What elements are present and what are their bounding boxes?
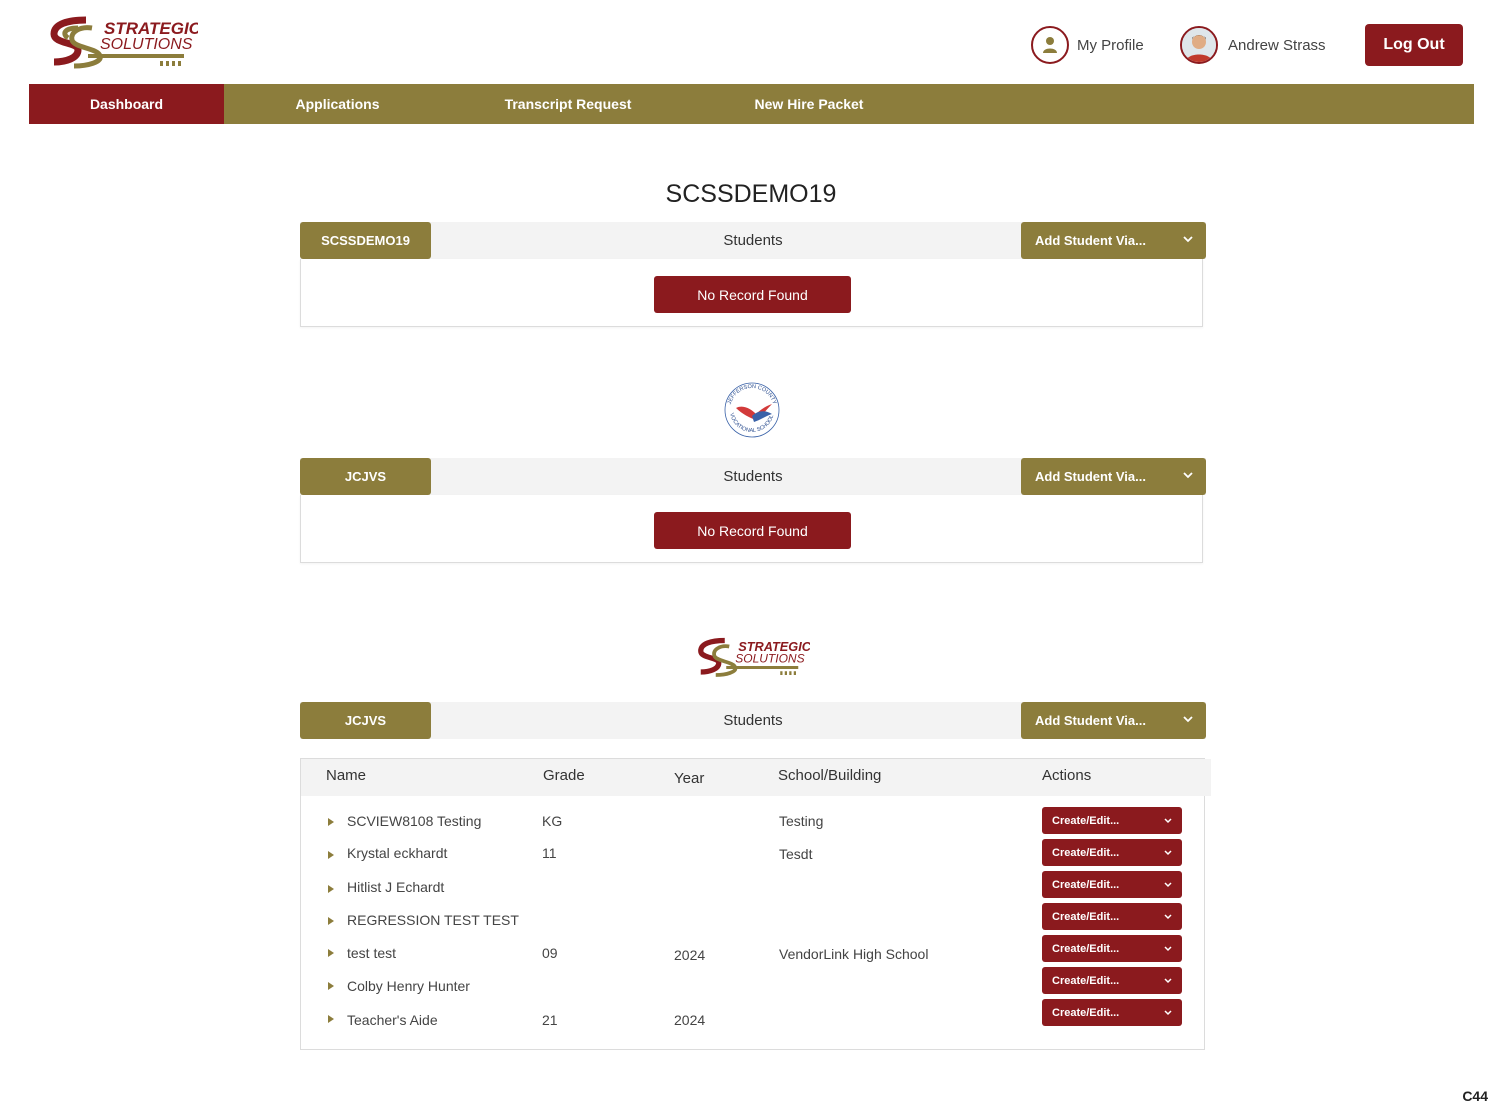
expand-row-icon[interactable] — [328, 885, 334, 893]
nav-new-hire-packet[interactable]: New Hire Packet — [685, 84, 933, 124]
create-edit-dropdown[interactable]: Create/Edit... — [1042, 935, 1182, 962]
chevron-down-icon — [1164, 1010, 1172, 1016]
students-panel-body: No Record Found — [300, 259, 1203, 327]
create-edit-label: Create/Edit... — [1052, 942, 1120, 955]
student-name: REGRESSION TEST TEST — [347, 912, 519, 928]
school-panel-header: SCSSDEMO19 Students Add Student Via... — [300, 222, 1206, 259]
strategic-solutions-logo[interactable]: STRATEGIC SOLUTIONS — [48, 14, 198, 70]
column-header-school: School/Building — [778, 767, 882, 784]
create-edit-dropdown[interactable]: Create/Edit... — [1042, 871, 1182, 898]
no-record-badge: No Record Found — [654, 512, 851, 549]
expand-row-icon[interactable] — [328, 1015, 334, 1023]
page-title: SCSSDEMO19 — [665, 180, 837, 208]
brand-line-2: SOLUTIONS — [735, 651, 804, 665]
emblem-top-text: JEFFERSON COUNTY — [727, 384, 777, 406]
chevron-down-icon — [1164, 978, 1172, 984]
column-header-actions: Actions — [1042, 767, 1092, 784]
create-edit-label: Create/Edit... — [1052, 846, 1120, 859]
create-edit-label: Create/Edit... — [1052, 910, 1120, 923]
chevron-down-icon — [1164, 946, 1172, 952]
student-grade: 09 — [542, 945, 558, 961]
chevron-down-icon — [1183, 236, 1193, 243]
school-panel-header: JCJVS Students Add Student Via... — [300, 702, 1206, 739]
add-student-dropdown[interactable]: Add Student Via... — [1021, 702, 1206, 739]
school-tab[interactable]: SCSSDEMO19 — [300, 222, 431, 259]
school-tab[interactable]: JCJVS — [300, 702, 431, 739]
add-student-dropdown[interactable]: Add Student Via... — [1021, 458, 1206, 495]
column-header-name: Name — [326, 767, 367, 784]
expand-row-icon[interactable] — [328, 851, 334, 859]
nav-applications[interactable]: Applications — [224, 84, 451, 124]
student-name: Colby Henry Hunter — [347, 978, 470, 994]
create-edit-label: Create/Edit... — [1052, 1006, 1120, 1019]
student-name: Teacher's Aide — [347, 1012, 438, 1028]
add-student-label: Add Student Via... — [1035, 713, 1146, 728]
no-record-badge: No Record Found — [654, 276, 851, 313]
chevron-down-icon — [1164, 850, 1172, 856]
student-name: Hitlist J Echardt — [347, 879, 445, 895]
table-header: Name Grade Year School/Building Actions — [301, 759, 1211, 796]
student-grade: KG — [542, 813, 563, 829]
chevron-down-icon — [1183, 716, 1193, 723]
table-row: Hitlist J Echardt Create/Edit... — [301, 871, 1204, 903]
user-name: Andrew Strass — [1228, 36, 1326, 54]
table-row: REGRESSION TEST TEST Create/Edit... — [301, 903, 1204, 935]
logout-button[interactable]: Log Out — [1365, 24, 1463, 66]
student-grade: 21 — [542, 1012, 558, 1028]
chevron-down-icon — [1164, 882, 1172, 888]
create-edit-label: Create/Edit... — [1052, 814, 1120, 827]
student-school: Tesdt — [779, 846, 813, 862]
student-year: 2024 — [674, 947, 706, 963]
school-panel-header: JCJVS Students Add Student Via... — [300, 458, 1206, 495]
avatar — [1180, 26, 1218, 64]
student-school: VendorLink High School — [779, 946, 929, 962]
table-row: Krystal eckhardt 11 Tesdt Create/Edit... — [301, 839, 1204, 871]
chevron-down-icon — [1183, 472, 1193, 479]
my-profile-link[interactable]: My Profile — [1031, 25, 1144, 65]
column-header-grade: Grade — [543, 767, 585, 784]
nav-transcript-request[interactable]: Transcript Request — [451, 84, 685, 124]
add-student-label: Add Student Via... — [1035, 233, 1146, 248]
students-table: Name Grade Year School/Building Actions … — [300, 758, 1211, 1050]
table-row: SCVIEW8108 Testing KG Testing Create/Edi… — [301, 807, 1204, 839]
jefferson-county-emblem: JEFFERSON COUNTY VOCATIONAL SCHOOL — [724, 382, 780, 438]
student-name: test test — [347, 945, 397, 961]
my-profile-label: My Profile — [1077, 36, 1144, 54]
brand-line-2: SOLUTIONS — [100, 36, 193, 53]
school-tab[interactable]: JCJVS — [300, 458, 431, 495]
strategic-solutions-logo: STRATEGIC SOLUTIONS — [698, 637, 810, 677]
student-name: SCVIEW8108 Testing — [347, 813, 482, 829]
site-header: STRATEGIC SOLUTIONS My Profile Andrew St… — [0, 0, 1502, 84]
main-nav: Dashboard Applications Transcript Reques… — [29, 84, 1474, 124]
add-student-dropdown[interactable]: Add Student Via... — [1021, 222, 1206, 259]
chevron-down-icon — [1164, 818, 1172, 824]
create-edit-dropdown[interactable]: Create/Edit... — [1042, 839, 1182, 866]
student-year: 2024 — [674, 1012, 706, 1028]
table-row: test test 09 2024 VendorLink High School… — [301, 935, 1204, 967]
create-edit-dropdown[interactable]: Create/Edit... — [1042, 999, 1182, 1026]
user-menu[interactable]: Andrew Strass — [1180, 25, 1326, 65]
footer-code: C44 — [1462, 1088, 1488, 1104]
nav-dashboard[interactable]: Dashboard — [29, 84, 224, 124]
expand-row-icon[interactable] — [328, 982, 334, 990]
student-name: Krystal eckhardt — [347, 845, 448, 861]
student-grade: 11 — [542, 845, 557, 861]
table-row: Colby Henry Hunter Create/Edit... — [301, 967, 1204, 999]
create-edit-label: Create/Edit... — [1052, 878, 1120, 891]
expand-row-icon[interactable] — [328, 949, 334, 957]
column-header-year: Year — [674, 770, 705, 787]
create-edit-dropdown[interactable]: Create/Edit... — [1042, 903, 1182, 930]
create-edit-dropdown[interactable]: Create/Edit... — [1042, 967, 1182, 994]
expand-row-icon[interactable] — [328, 917, 334, 925]
svg-text:JEFFERSON COUNTY: JEFFERSON COUNTY — [727, 384, 777, 406]
chevron-down-icon — [1164, 914, 1172, 920]
add-student-label: Add Student Via... — [1035, 469, 1146, 484]
user-icon — [1031, 26, 1069, 64]
create-edit-dropdown[interactable]: Create/Edit... — [1042, 807, 1182, 834]
table-row: Teacher's Aide 21 2024 Create/Edit... — [301, 999, 1204, 1031]
expand-row-icon[interactable] — [328, 818, 334, 826]
students-panel-body: No Record Found — [300, 495, 1203, 563]
student-school: Testing — [779, 813, 824, 829]
create-edit-label: Create/Edit... — [1052, 974, 1120, 987]
